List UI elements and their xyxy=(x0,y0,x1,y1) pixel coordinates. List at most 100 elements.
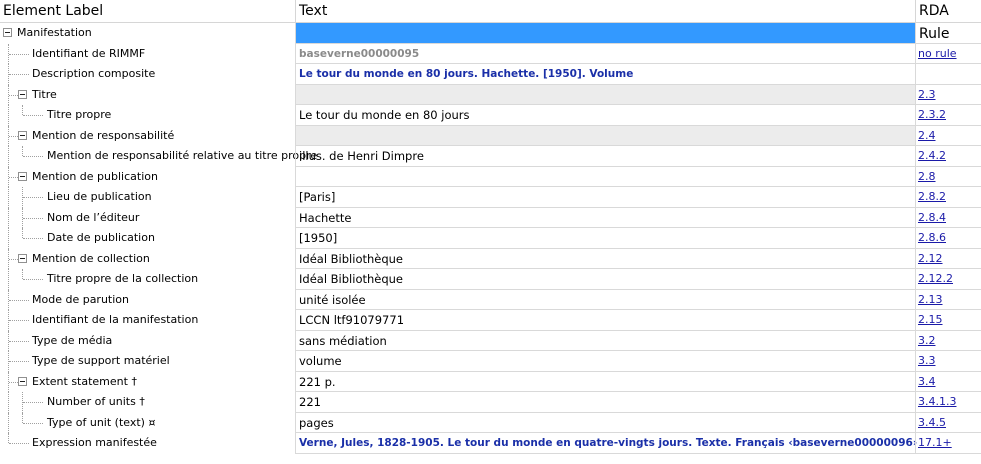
value-cell[interactable]: baseverne00000095 xyxy=(295,43,915,64)
tree-row[interactable]: Mention de responsabilité 2.4 xyxy=(0,125,981,146)
tree-row[interactable]: Description composite Le tour du monde en… xyxy=(0,64,981,85)
tree-row[interactable]: Type of unit (text) ¤ pages 3.4.5 xyxy=(0,412,981,433)
value-cell[interactable] xyxy=(295,23,915,44)
element-label-cell[interactable]: Type de média xyxy=(0,330,295,351)
tree-row[interactable]: Identifiant de RIMMF baseverne00000095 no … xyxy=(0,43,981,64)
tree-row[interactable]: Expression manifestée Verne, Jules, 1828-… xyxy=(0,433,981,454)
tree-row[interactable]: Type de support matériel volume 3.3 xyxy=(0,351,981,372)
value-text: 221 p. xyxy=(299,374,336,389)
element-label-cell[interactable]: Manifestation xyxy=(0,23,295,44)
collapse-toggle-icon[interactable] xyxy=(3,28,12,37)
element-label-cell[interactable]: Expression manifestée xyxy=(0,433,295,454)
tree-row[interactable]: Type de média sans médiation 3.2 xyxy=(0,330,981,351)
element-label-cell[interactable]: Mention de responsabilité relative au ti… xyxy=(0,146,317,167)
rda-rule-link[interactable]: 2.4.2 xyxy=(918,146,946,166)
tree-connector xyxy=(9,53,29,55)
collapse-toggle-icon[interactable] xyxy=(18,376,27,386)
element-label-cell[interactable]: Type of unit (text) ¤ xyxy=(0,412,295,433)
element-label-cell[interactable]: Titre propre xyxy=(0,105,295,126)
value-cell[interactable]: Idéal Bibliothèque xyxy=(295,269,915,290)
element-label-cell[interactable]: Mention de responsabilité xyxy=(0,125,295,146)
element-label-cell[interactable]: Mention de publication xyxy=(0,166,295,187)
rda-rule-link[interactable]: 2.13 xyxy=(918,290,943,310)
tree-row[interactable]: Mention de collection Idéal Bibliothèque 2… xyxy=(0,248,981,269)
tree-row[interactable]: Extent statement † 221 p. 3.4 xyxy=(0,371,981,392)
tree-connector xyxy=(8,207,9,228)
tree-connector xyxy=(22,228,23,238)
value-cell[interactable]: volume xyxy=(295,351,915,372)
value-cell[interactable]: pages xyxy=(295,412,915,433)
collapse-toggle-icon[interactable] xyxy=(18,89,27,99)
rda-rule-link[interactable]: 2.3 xyxy=(918,85,936,105)
tree-row[interactable]: Date de publication [1950] 2.8.6 xyxy=(0,228,981,249)
rda-rule-link[interactable]: 2.8.4 xyxy=(918,208,946,228)
element-label-cell[interactable]: Mode de parution xyxy=(0,289,295,310)
rda-rule-link[interactable]: 3.4.1.3 xyxy=(918,392,956,412)
element-label-cell[interactable]: Description composite xyxy=(0,64,295,85)
element-label-cell[interactable]: Date de publication xyxy=(0,228,295,249)
collapse-toggle-icon[interactable] xyxy=(18,130,27,140)
rda-rule-link[interactable]: 2.8.2 xyxy=(918,187,946,207)
value-cell[interactable]: [Paris] xyxy=(295,187,915,208)
rda-rule-link[interactable]: 2.8 xyxy=(918,167,936,187)
element-label-cell[interactable]: Extent statement † xyxy=(0,371,295,392)
collapse-toggle-icon[interactable] xyxy=(18,253,27,263)
rda-rule-link[interactable]: 2.4 xyxy=(918,126,936,146)
tree-row[interactable]: Manifestation xyxy=(0,23,981,44)
tree-row[interactable]: Titre 2.3 xyxy=(0,84,981,105)
rda-rule-link[interactable]: 17.1+ xyxy=(918,433,952,453)
rda-rule-link[interactable]: 3.3 xyxy=(918,351,936,371)
element-label-cell[interactable]: Identifiant de RIMMF xyxy=(0,43,295,64)
value-cell[interactable]: sans médiation xyxy=(295,330,915,351)
value-cell[interactable] xyxy=(295,166,915,187)
element-label-cell[interactable]: Mention de collection xyxy=(0,248,295,269)
element-label-cell[interactable]: Number of units † xyxy=(0,392,295,413)
value-cell[interactable]: 221 p. xyxy=(295,371,915,392)
tree-row[interactable]: Titre propre Le tour du monde en 80 jours… xyxy=(0,105,981,126)
value-cell[interactable]: Idéal Bibliothèque xyxy=(295,248,915,269)
value-cell[interactable]: [1950] xyxy=(295,228,915,249)
value-cell[interactable]: LCCN ltf91079771 xyxy=(295,310,915,331)
value-cell[interactable] xyxy=(295,84,915,105)
header-element-label[interactable]: Element Label xyxy=(0,0,295,23)
collapse-toggle-icon[interactable] xyxy=(18,171,27,181)
value-cell[interactable]: illus. de Henri Dimpre xyxy=(295,146,915,167)
value-cell[interactable]: 221 xyxy=(295,392,915,413)
value-cell[interactable]: Hachette xyxy=(295,207,915,228)
tree-connector xyxy=(23,217,43,219)
element-label-cell[interactable]: Titre propre de la collection xyxy=(0,269,295,290)
tree-row[interactable]: Number of units † 221 3.4.1.3 xyxy=(0,392,981,413)
value-cell[interactable] xyxy=(295,125,915,146)
rda-rule-cell: no rule xyxy=(915,43,981,64)
tree-row[interactable]: Identifiant de la manifestation LCCN ltf9… xyxy=(0,310,981,331)
element-label-cell[interactable]: Identifiant de la manifestation xyxy=(0,310,295,331)
element-label-cell[interactable]: Type de support matériel xyxy=(0,351,295,372)
header-rda-rule[interactable]: RDA Rule xyxy=(916,0,981,42)
rda-rule-link[interactable]: no rule xyxy=(918,44,957,64)
tree-row[interactable]: Lieu de publication [Paris] 2.8.2 xyxy=(0,187,981,208)
rda-rule-link[interactable]: 2.3.2 xyxy=(918,105,946,125)
element-label-cell[interactable]: Lieu de publication xyxy=(0,187,295,208)
value-cell[interactable]: unité isolée xyxy=(295,289,915,310)
rda-rule-link[interactable]: 3.4 xyxy=(918,372,936,392)
value-cell[interactable]: Le tour du monde en 80 jours xyxy=(295,105,915,126)
rda-rule-link[interactable]: 2.8.6 xyxy=(918,228,946,248)
tree-row[interactable]: Mention de publication 2.8 xyxy=(0,166,981,187)
element-label-cell[interactable]: Titre xyxy=(0,84,295,105)
value-cell[interactable]: Le tour du monde en 80 jours. Hachette. … xyxy=(295,64,915,85)
tree-row[interactable]: Mention de responsabilité relative au ti… xyxy=(0,146,981,167)
element-label-cell[interactable]: Nom de l’éditeur xyxy=(0,207,295,228)
rda-rule-link[interactable]: 3.4.5 xyxy=(918,413,946,433)
rda-rule-link[interactable]: 2.15 xyxy=(918,310,943,330)
header-text[interactable]: Text xyxy=(296,0,915,23)
tree-row[interactable]: Mode de parution unité isolée 2.13 xyxy=(0,289,981,310)
tree-connector xyxy=(9,320,29,321)
tree-row[interactable]: Nom de l’éditeur Hachette 2.8.4 xyxy=(0,207,981,228)
value-cell[interactable]: Verne, Jules, 1828-1905. Le tour du mond… xyxy=(295,433,917,454)
tree-connector xyxy=(23,422,43,424)
rda-rule-link[interactable]: 2.12 xyxy=(918,249,943,269)
tree-row[interactable]: Titre propre de la collection Idéal Bibli… xyxy=(0,269,981,290)
rda-rule-link[interactable]: 3.2 xyxy=(918,331,936,351)
value-text: volume xyxy=(299,354,342,368)
rda-rule-link[interactable]: 2.12.2 xyxy=(918,269,953,289)
